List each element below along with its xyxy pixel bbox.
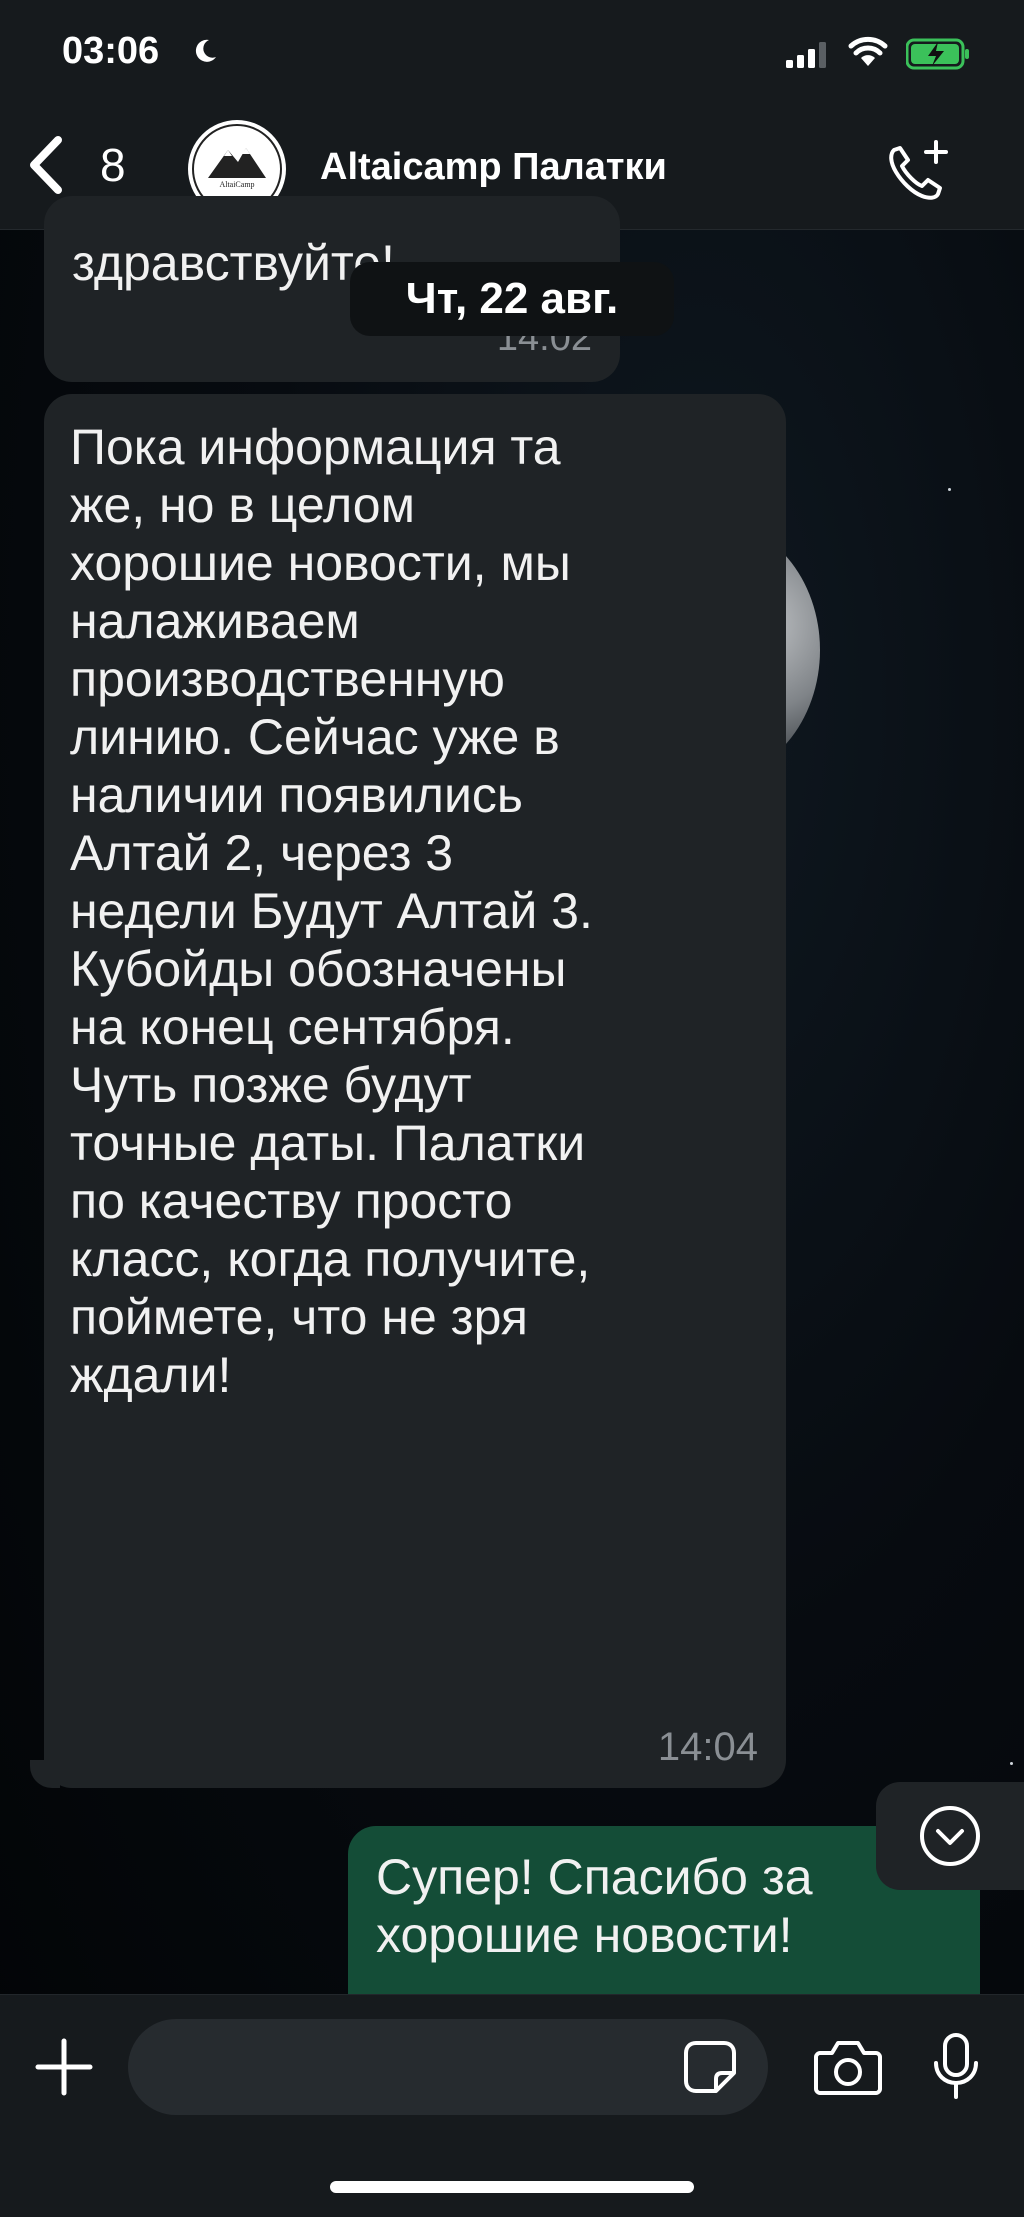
message-line: класс, когда получите, [70, 1231, 591, 1287]
message-line: же, но в целом [70, 477, 415, 533]
date-separator: Чт, 22 авг. [350, 262, 674, 336]
back-chevron-icon[interactable] [20, 130, 70, 200]
add-call-icon[interactable] [880, 136, 952, 208]
message-text: Пока информация та же, но в целом хороши… [70, 418, 770, 1404]
message-line: точные даты. Палатки [70, 1115, 586, 1171]
message-line: ждали! [70, 1347, 232, 1403]
message-line: Чуть позже будут [70, 1057, 472, 1113]
chevron-down-icon [920, 1806, 980, 1866]
message-line: налаживаем [70, 593, 360, 649]
message-line: на конец сентября. [70, 999, 515, 1055]
message-line: хорошие новости! [376, 1907, 793, 1963]
message-input[interactable] [128, 2019, 768, 2115]
wallpaper-star [1010, 1762, 1013, 1765]
message-line: производственную [70, 651, 505, 707]
message-line: линию. Сейчас уже в [70, 709, 560, 765]
message-line: по качеству просто [70, 1173, 513, 1229]
wallpaper-star [948, 488, 951, 491]
chat-title[interactable]: Altaicamp Палатки [320, 146, 667, 189]
signal-icon [786, 42, 826, 68]
message-line: наличии появились [70, 767, 523, 823]
message-text: здравствуйте! [72, 235, 395, 291]
message-line: поймете, что не зря [70, 1289, 528, 1345]
status-bar: 03:06 [0, 0, 1024, 110]
avatar-logo-text: AltaiCamp [219, 180, 254, 189]
message-time: 14:04 [657, 1725, 758, 1769]
battery-charging-icon [906, 38, 969, 70]
moon-icon [195, 39, 216, 62]
message-line: Алтай 2, через 3 [70, 825, 454, 881]
microphone-icon[interactable] [928, 2031, 984, 2103]
scroll-to-bottom-button[interactable] [876, 1782, 1024, 1890]
message-line: хорошие новости, мы [70, 535, 571, 591]
unread-count[interactable]: 8 [100, 138, 126, 192]
camera-icon[interactable] [814, 2035, 882, 2099]
home-indicator [330, 2181, 694, 2193]
message-line: Кубойды обозначены [70, 941, 567, 997]
message-line: Пока информация та [70, 419, 561, 475]
wifi-icon [848, 36, 888, 66]
message-line: недели Будут Алтай 3. [70, 883, 593, 939]
sticker-icon[interactable] [682, 2039, 738, 2095]
message-input-bar [0, 1994, 1024, 2217]
message-bubble-incoming[interactable]: Пока информация та же, но в целом хороши… [44, 394, 786, 1788]
plus-icon[interactable] [34, 2037, 94, 2097]
status-time: 03:06 [62, 30, 160, 72]
